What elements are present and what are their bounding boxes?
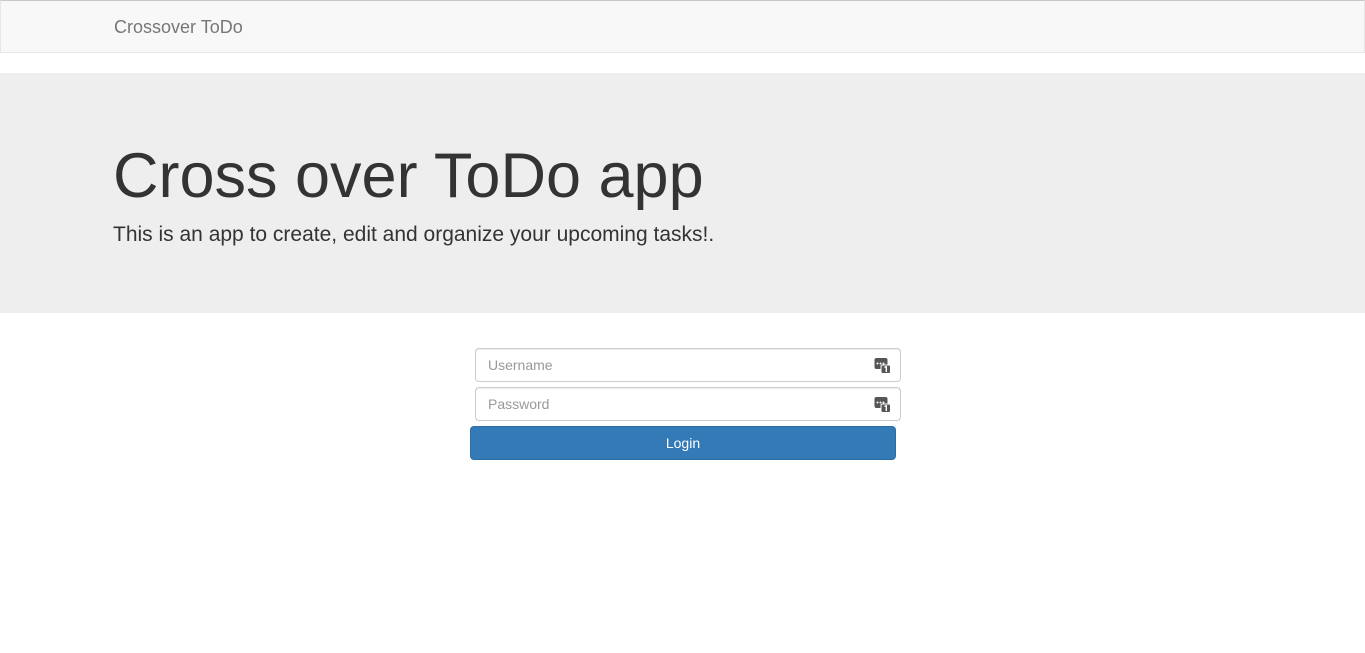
navbar: Crossover ToDo bbox=[0, 0, 1365, 53]
password-manager-icon[interactable] bbox=[874, 396, 891, 413]
navbar-brand[interactable]: Crossover ToDo bbox=[114, 17, 243, 37]
login-button[interactable]: Login bbox=[470, 426, 896, 460]
password-field bbox=[475, 387, 901, 421]
username-input[interactable] bbox=[476, 349, 900, 381]
username-field bbox=[475, 348, 901, 382]
password-manager-icon[interactable] bbox=[874, 357, 891, 374]
password-input[interactable] bbox=[476, 388, 900, 420]
page-subtitle: This is an app to create, edit and organ… bbox=[113, 223, 715, 246]
page-title: Cross over ToDo app bbox=[113, 141, 704, 211]
